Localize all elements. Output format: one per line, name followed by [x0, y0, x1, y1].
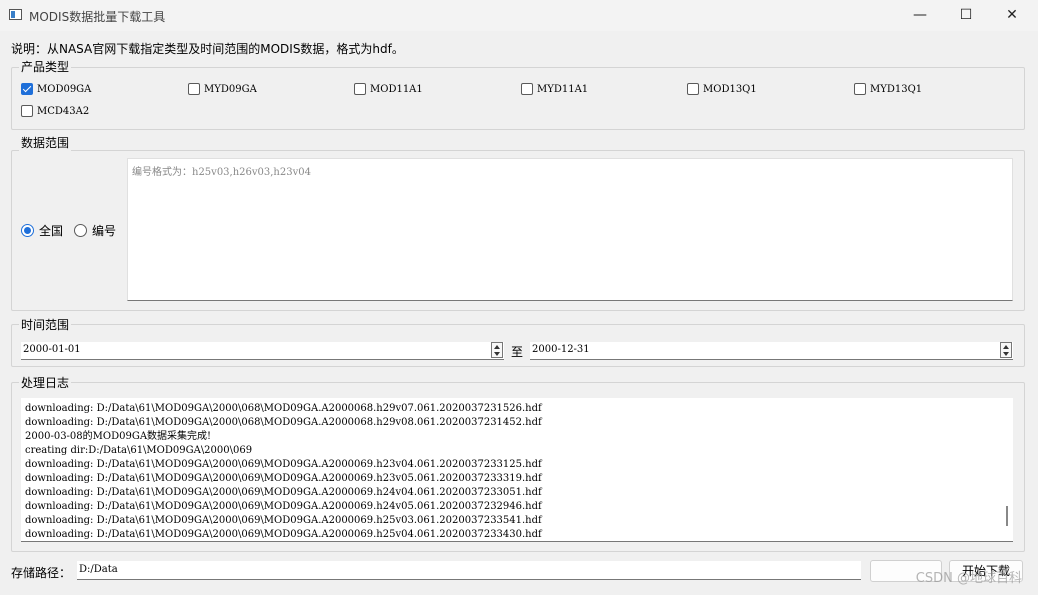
- spin-up-icon[interactable]: [1003, 345, 1009, 349]
- product-type-title: 产品类型: [19, 58, 72, 75]
- storage-path-value: D:/Data: [79, 564, 118, 575]
- spin-down-icon[interactable]: [1003, 352, 1009, 356]
- radio-dot[interactable]: [74, 224, 87, 237]
- checkbox-mod09ga[interactable]: MOD09GA: [21, 83, 91, 95]
- spin-down-icon[interactable]: [494, 352, 500, 356]
- checkbox-myd09ga[interactable]: MYD09GA: [188, 83, 257, 95]
- checkbox-box[interactable]: [354, 83, 366, 95]
- log-line: downloading: D:/Data\61\MOD09GA\2000\069…: [25, 487, 542, 498]
- log-line: downloading: D:/Data\61\MOD09GA\2000\069…: [25, 529, 542, 540]
- checkbox-mod13q1[interactable]: MOD13Q1: [687, 83, 757, 95]
- checkbox-label: MYD11A1: [537, 83, 589, 95]
- checkbox-label: MYD09GA: [204, 83, 257, 95]
- end-date-value: 2000-12-31: [532, 344, 590, 355]
- start-date-spinner[interactable]: [491, 342, 503, 358]
- watermark: CSDN @地球百科: [915, 571, 1022, 586]
- checkbox-myd11a1[interactable]: MYD11A1: [521, 83, 588, 95]
- checkbox-myd13q1[interactable]: MYD13Q1: [854, 83, 922, 95]
- checkbox-box[interactable]: [188, 83, 200, 95]
- log-scrollbar[interactable]: [1001, 398, 1013, 541]
- checkbox-box[interactable]: [854, 83, 866, 95]
- time-range-title: 时间范围: [19, 316, 72, 333]
- log-line: downloading: D:/Data\61\MOD09GA\2000\069…: [25, 515, 542, 526]
- storage-path-input[interactable]: D:/Data: [77, 561, 861, 580]
- app-icon: [9, 9, 22, 20]
- log-line: downloading: D:/Data\61\MOD09GA\2000\069…: [25, 459, 542, 470]
- checkbox-box[interactable]: [521, 83, 533, 95]
- log-line: downloading: D:/Data\61\MOD09GA\2000\069…: [25, 501, 542, 512]
- log-line: downloading: D:/Data\61\MOD09GA\2000\068…: [25, 417, 542, 428]
- tile-codes-textarea[interactable]: 编号格式为：h25v03,h26v03,h23v04: [127, 158, 1013, 301]
- window-title: MODIS数据批量下载工具: [29, 10, 166, 24]
- checkbox-mod11a1[interactable]: MOD11A1: [354, 83, 423, 95]
- checkbox-label: MOD09GA: [37, 83, 92, 95]
- radio-nationwide-label: 全国: [39, 224, 64, 238]
- end-date-spinner[interactable]: [1000, 342, 1012, 358]
- log-textarea[interactable]: downloading: D:/Data\61\MOD09GA\2000\068…: [21, 398, 1013, 542]
- checkbox-box[interactable]: [687, 83, 699, 95]
- start-date-value: 2000-01-01: [23, 344, 81, 355]
- checkbox-label: MCD43A2: [37, 105, 90, 117]
- maximize-button[interactable]: ☐: [943, 0, 989, 31]
- log-line: downloading: D:/Data\61\MOD09GA\2000\069…: [25, 473, 542, 484]
- log-title: 处理日志: [19, 374, 72, 391]
- log-line: downloading: D:/Data\61\MOD09GA\2000\068…: [25, 403, 542, 414]
- checkbox-label: MOD11A1: [370, 83, 423, 95]
- data-range-title: 数据范围: [19, 134, 72, 151]
- radio-nationwide[interactable]: 全国: [21, 222, 63, 239]
- end-date-field[interactable]: 2000-12-31: [530, 342, 1013, 360]
- radio-tile-code[interactable]: 编号: [74, 222, 116, 239]
- checkbox-label: MOD13Q1: [703, 83, 757, 95]
- tile-codes-placeholder: 编号格式为：h25v03,h26v03,h23v04: [132, 167, 311, 178]
- date-separator: 至: [511, 345, 524, 359]
- description-text: 说明：从NASA官网下载指定类型及时间范围的MODIS数据，格式为hdf。: [11, 42, 404, 56]
- minimize-button[interactable]: —: [897, 0, 943, 31]
- checkbox-label: MYD13Q1: [870, 83, 923, 95]
- log-scroll-thumb[interactable]: [1006, 506, 1008, 526]
- log-line: creating dir:D:/Data\61\MOD09GA\2000\069: [25, 445, 253, 456]
- product-type-group: [11, 67, 1025, 130]
- title-bar[interactable]: MODIS数据批量下载工具 — ☐ ✕: [0, 0, 1038, 31]
- spin-up-icon[interactable]: [494, 345, 500, 349]
- storage-path-label: 存储路径：: [11, 566, 72, 580]
- radio-tile-code-label: 编号: [92, 224, 117, 238]
- radio-dot[interactable]: [21, 224, 34, 237]
- checkbox-box[interactable]: [21, 105, 33, 117]
- log-line: 2000-03-08的MOD09GA数据采集完成!: [25, 431, 212, 442]
- close-button[interactable]: ✕: [989, 0, 1035, 31]
- checkbox-box[interactable]: [21, 83, 33, 95]
- checkbox-mcd43a2[interactable]: MCD43A2: [21, 105, 89, 117]
- start-date-field[interactable]: 2000-01-01: [21, 342, 504, 360]
